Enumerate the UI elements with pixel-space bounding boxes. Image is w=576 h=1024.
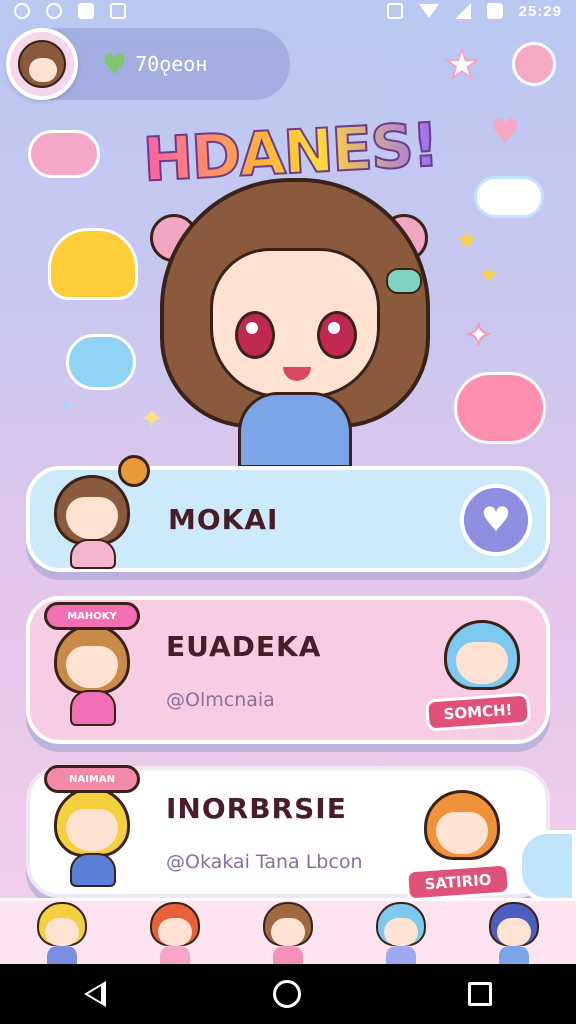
- chibi-face: [456, 642, 508, 684]
- system-nav-bar: [0, 964, 576, 1024]
- heart-icon: ♥: [480, 500, 512, 540]
- hero-face: [210, 248, 380, 398]
- floating-chat-bubble[interactable]: [518, 830, 576, 902]
- mini-body: [385, 946, 416, 964]
- location-icon: [14, 3, 30, 19]
- mini-body: [160, 946, 191, 964]
- sync-icon: [46, 3, 62, 19]
- sticker-tag: SOMCH!: [425, 692, 531, 732]
- status-right-icons: 25:29: [386, 2, 562, 20]
- white-cloud-sticker: [474, 176, 544, 218]
- avatar-blonde[interactable]: [31, 902, 93, 964]
- card-handle: @Okakai Tana Lbcon: [166, 850, 363, 873]
- card-name: MOKAI: [168, 502, 279, 536]
- card-avatar: NAIMAN: [44, 765, 144, 891]
- signal-icon: [454, 3, 471, 19]
- character-card-euadeka[interactable]: MAHOKY EUADEKA @Olmcnaia SOMCH!: [26, 596, 550, 744]
- side-sticker: SATIRIO: [405, 784, 511, 902]
- notification-icon: [78, 3, 94, 19]
- sparkle-icon: ★: [456, 226, 478, 254]
- avatar-strip[interactable]: [0, 898, 576, 964]
- status-left-icons: [14, 3, 126, 19]
- vibrate-icon: [386, 3, 403, 19]
- pink-face-icon[interactable]: [512, 42, 556, 86]
- card-handle: @Olmcnaia: [166, 688, 275, 711]
- avatar-blue[interactable]: [370, 902, 432, 964]
- side-sticker: SOMCH!: [425, 614, 531, 732]
- pink-cloud-sticker: [28, 130, 100, 178]
- green-heart-icon: ♥: [102, 47, 128, 81]
- hero-mouth: [283, 367, 311, 381]
- star-icon[interactable]: ★: [443, 41, 481, 89]
- chibi-face: [66, 809, 118, 851]
- mini-body: [498, 946, 529, 964]
- cookie-icon: [118, 455, 150, 487]
- card-name: INORBRSIE: [166, 791, 347, 825]
- mini-face: [45, 918, 80, 946]
- card-avatar: MAHOKY: [44, 602, 144, 730]
- chibi-body: [70, 690, 116, 726]
- user-avatar[interactable]: [6, 28, 78, 100]
- chibi-face: [436, 812, 488, 854]
- chibi-body: [70, 539, 116, 569]
- profile-status-text: 70ǫeoн: [135, 52, 208, 76]
- chibi-face: [66, 497, 118, 539]
- recents-icon[interactable]: [468, 982, 493, 1006]
- sticker-tag: SATIRIO: [405, 862, 511, 902]
- mini-body: [47, 946, 78, 964]
- avatar-brunette[interactable]: [257, 902, 319, 964]
- avatar-redhead[interactable]: [144, 902, 206, 964]
- card-text: EUADEKA @Olmcnaia: [166, 630, 321, 711]
- wifi-icon: [418, 4, 439, 18]
- status-time: 25:29: [518, 2, 562, 20]
- character-card-inorbrsie[interactable]: NAIMAN INORBRSIE @Okakai Tana Lbcon SATI…: [26, 765, 550, 902]
- red-cloud-sticker: [454, 372, 546, 444]
- card-text: MOKAI: [168, 503, 278, 536]
- hero-bow: [386, 268, 422, 294]
- sparkle-icon: ✦: [465, 317, 492, 354]
- card-avatar: [44, 455, 150, 569]
- mini-face: [383, 918, 418, 946]
- hat-badge: MAHOKY: [44, 602, 140, 630]
- mini-face: [158, 918, 193, 946]
- hero-character: [150, 178, 440, 468]
- card-name: EUADEKA: [166, 629, 322, 663]
- avatar-navy[interactable]: [483, 902, 545, 964]
- chibi-body: [70, 853, 116, 887]
- blue-bubble-sticker: [66, 334, 136, 390]
- character-card-mokai[interactable]: MOKAI ♥: [26, 455, 550, 572]
- chibi-face: [66, 646, 118, 688]
- clipboard-icon: [110, 3, 126, 19]
- hat-badge: NAIMAN: [44, 765, 140, 793]
- hero-eye: [235, 311, 275, 359]
- sparkle-icon: ★: [480, 262, 498, 286]
- mini-body: [272, 946, 303, 964]
- card-text: INORBRSIE @Okakai Tana Lbcon: [166, 792, 363, 873]
- sparkle-icon: ✦: [58, 396, 74, 417]
- status-bar: 25:29: [0, 0, 576, 22]
- home-icon[interactable]: [272, 980, 301, 1008]
- like-button[interactable]: ♥: [460, 484, 532, 556]
- hero-body: [238, 392, 352, 468]
- profile-pill[interactable]: ♥ 70ǫeoн: [6, 28, 290, 100]
- hero-eye: [317, 311, 357, 359]
- yellow-heart-sticker: [48, 228, 138, 300]
- mini-face: [270, 918, 305, 946]
- back-icon[interactable]: [83, 981, 106, 1007]
- pink-heart-icon: ♥: [490, 112, 521, 152]
- battery-icon: [486, 3, 503, 19]
- mini-face: [496, 918, 531, 946]
